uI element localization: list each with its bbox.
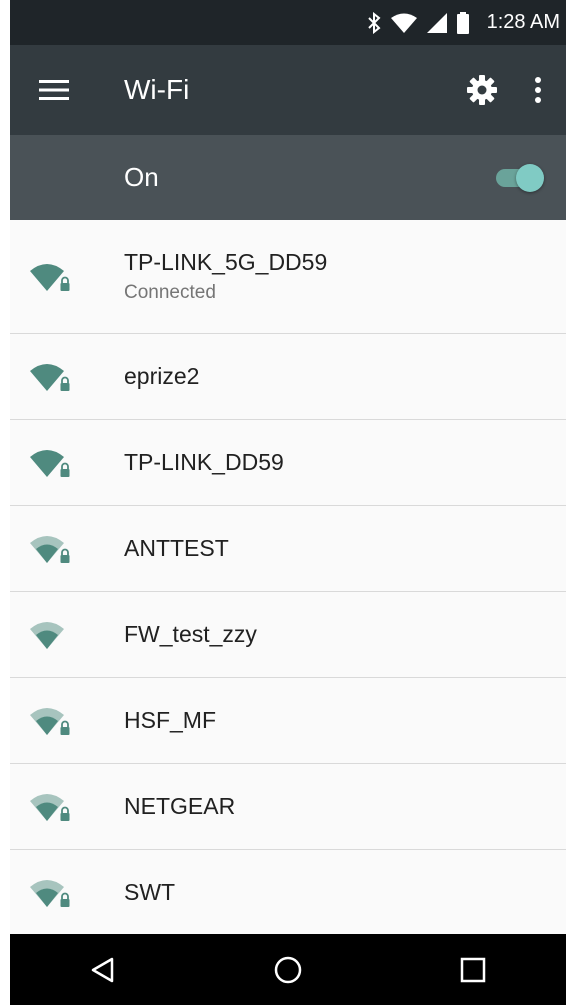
network-status: Connected [124,282,216,303]
menu-icon [39,80,69,100]
network-list-item[interactable]: FW_test_zzy [10,592,566,678]
network-text: SWT [124,879,175,906]
network-list-item[interactable]: HSF_MF [10,678,566,764]
wifi-toggle-switch[interactable] [494,161,548,195]
network-ssid: ANTTEST [124,535,229,561]
wifi-locked-icon [30,535,70,563]
network-list-item[interactable]: TP-LINK_5G_DD59 Connected [10,220,566,334]
status-icons: 1:28 AM [367,11,566,34]
network-ssid: HSF_MF [124,707,216,733]
status-time: 1:28 AM [486,11,560,33]
menu-button[interactable] [22,58,86,122]
network-list-item[interactable]: TP-LINK_DD59 [10,420,566,506]
network-list-item[interactable]: eprize2 [10,334,566,420]
wifi-locked-icon [30,449,70,477]
back-button[interactable] [63,940,143,1000]
wifi-icon [30,621,64,649]
network-list-item[interactable]: ANTTEST [10,506,566,592]
app-bar: Wi-Fi [10,45,566,135]
wifi-locked-icon [30,879,70,907]
home-button[interactable] [248,940,328,1000]
network-text: ANTTEST [124,535,229,562]
gear-icon [467,75,497,105]
network-ssid: SWT [124,879,176,905]
back-icon [91,957,113,982]
network-list-item[interactable]: NETGEAR [10,764,566,850]
network-ssid: TP-LINK_DD59 [124,449,284,475]
recents-button[interactable] [433,940,513,1000]
wifi-toggle-bar[interactable]: On [10,135,566,220]
wifi-locked-icon [30,363,70,391]
network-text: HSF_MF [124,707,216,734]
toggle-thumb [516,163,544,192]
settings-button[interactable] [454,58,510,122]
network-text: TP-LINK_5G_DD59 Connected [124,249,327,304]
network-ssid: NETGEAR [124,793,236,819]
network-ssid: FW_test_zzy [124,621,257,647]
wifi-toggle-label: On [124,162,159,192]
network-text: eprize2 [124,363,199,390]
status-bar: 1:28 AM [10,0,566,45]
cell-signal-icon [426,12,447,33]
navigation-bar [10,934,566,1005]
network-text: NETGEAR [124,793,235,820]
network-list-item[interactable]: SWT [10,850,566,934]
network-text: FW_test_zzy [124,621,257,648]
overflow-menu-button[interactable] [510,58,566,122]
wifi-settings-screen: 1:28 AM Wi-Fi On TP-LINK_5G_DD59 Connect… [10,0,566,1005]
network-ssid: TP-LINK_5G_DD59 [124,249,328,275]
bluetooth-icon [367,11,381,34]
wifi-signal-icon [390,13,417,33]
network-ssid: eprize2 [124,363,200,389]
wifi-locked-icon [30,793,70,821]
more-vertical-icon [535,77,541,103]
wifi-locked-icon [30,263,70,291]
wifi-locked-icon [30,707,70,735]
home-icon [274,956,302,983]
network-list: TP-LINK_5G_DD59 Connected eprize2 TP-LINK_D… [10,220,566,934]
recents-icon [461,957,486,982]
page-title: Wi-Fi [124,74,190,105]
battery-icon [456,11,469,34]
network-text: TP-LINK_DD59 [124,449,284,476]
